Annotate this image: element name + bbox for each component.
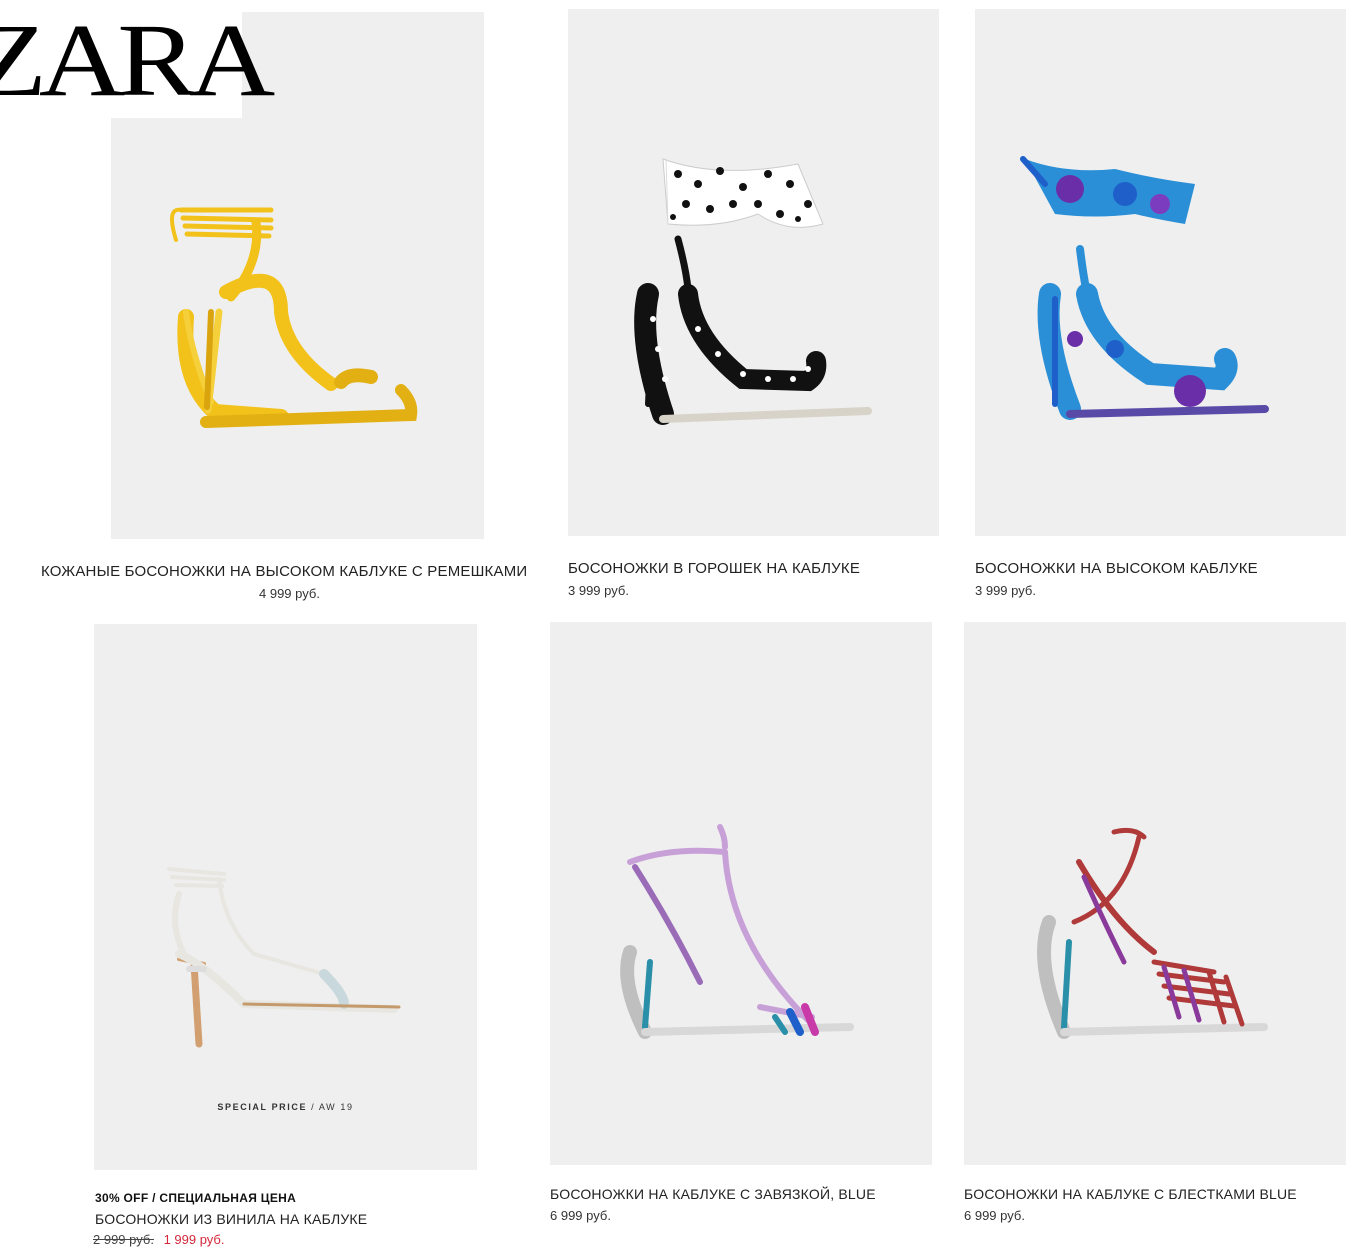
- promo-label: 30% OFF / СПЕЦИАЛЬНАЯ ЦЕНА: [95, 1191, 297, 1205]
- product-title[interactable]: КОЖАНЫЕ БОСОНОЖКИ НА ВЫСОКОМ КАБЛУКЕ С Р…: [41, 563, 527, 580]
- product-price: 3 999 руб.: [975, 583, 1036, 598]
- logo-text: ZARA: [0, 3, 276, 118]
- overlay-bold: SPECIAL PRICE: [217, 1102, 308, 1112]
- overlay-rest: / AW 19: [307, 1102, 354, 1112]
- product-title[interactable]: БОСОНОЖКИ ИЗ ВИНИЛА НА КАБЛУКЕ: [95, 1211, 367, 1227]
- product-image[interactable]: [550, 622, 932, 1165]
- product-title[interactable]: БОСОНОЖКИ НА КАБЛУКЕ С БЛЕСТКАМИ BLUE: [964, 1186, 1297, 1202]
- product-image[interactable]: [964, 622, 1346, 1165]
- product-title[interactable]: БОСОНОЖКИ В ГОРОШЕК НА КАБЛУКЕ: [568, 560, 860, 577]
- product-image[interactable]: [568, 9, 939, 536]
- product-image[interactable]: SPECIAL PRICE / AW 19: [94, 624, 477, 1170]
- product-price: 3 999 руб.: [568, 583, 629, 598]
- product-price: 2 999 руб. 1 999 руб.: [93, 1232, 225, 1247]
- zara-logo[interactable]: ZARA: [0, 0, 276, 118]
- product-image[interactable]: [975, 9, 1346, 536]
- special-price-label: SPECIAL PRICE / AW 19: [94, 1102, 477, 1112]
- product-price: 6 999 руб.: [964, 1208, 1025, 1223]
- old-price: 2 999 руб.: [93, 1232, 154, 1247]
- product-price: 6 999 руб.: [550, 1208, 611, 1223]
- product-title[interactable]: БОСОНОЖКИ НА КАБЛУКЕ С ЗАВЯЗКОЙ, BLUE: [550, 1186, 876, 1202]
- product-price: 4 999 руб.: [259, 586, 320, 601]
- sale-price: 1 999 руб.: [163, 1232, 225, 1247]
- product-title[interactable]: БОСОНОЖКИ НА ВЫСОКОМ КАБЛУКЕ: [975, 560, 1258, 577]
